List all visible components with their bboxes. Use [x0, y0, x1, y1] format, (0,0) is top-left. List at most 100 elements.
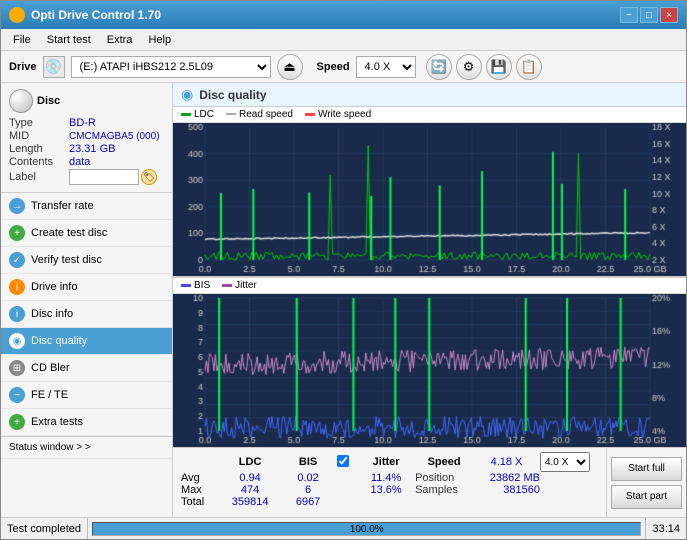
disc-image	[9, 89, 33, 113]
create-test-disc-icon: +	[9, 225, 25, 241]
extra-tests-icon: +	[9, 414, 25, 430]
sidebar-item-fe-te[interactable]: ~ FE / TE	[1, 382, 172, 409]
drive-select[interactable]: (E:) ATAPI iHBS212 2.5L09	[71, 56, 271, 78]
jitter-color	[222, 284, 232, 287]
action-buttons: Start full Start part	[606, 448, 686, 517]
sidebar-item-disc-quality[interactable]: ◉ Disc quality	[1, 328, 172, 355]
fe-te-icon: ~	[9, 387, 25, 403]
transfer-rate-icon: →	[9, 198, 25, 214]
statusbar: Test completed 100.0% 33:14	[1, 517, 686, 539]
contents-label: Contents	[9, 156, 69, 168]
avg-jitter: 11.4%	[357, 472, 415, 484]
sidebar-item-disc-info[interactable]: i Disc info	[1, 301, 172, 328]
legend-jitter-label: Jitter	[235, 280, 257, 291]
chart2-legend: BIS Jitter	[173, 277, 686, 294]
content-area: ◉ Disc quality LDC Read speed Write spee…	[173, 83, 686, 517]
type-value: BD-R	[69, 117, 96, 129]
elapsed-time: 33:14	[652, 523, 680, 535]
jitter-header: Jitter	[357, 452, 415, 472]
titlebar: Opti Drive Control 1.70 − □ ×	[1, 1, 686, 29]
transfer-rate-label: Transfer rate	[31, 200, 94, 212]
sidebar-item-transfer-rate[interactable]: → Transfer rate	[1, 193, 172, 220]
menu-help[interactable]: Help	[140, 32, 179, 48]
menu-extra[interactable]: Extra	[99, 32, 141, 48]
ldc-header: LDC	[221, 452, 279, 472]
sidebar-item-create-test-disc[interactable]: + Create test disc	[1, 220, 172, 247]
sidebar-item-verify-test-disc[interactable]: ✓ Verify test disc	[1, 247, 172, 274]
sidebar-nav: → Transfer rate + Create test disc ✓ Ver…	[1, 193, 172, 517]
drive-action-icons: 🔄 ⚙ 💾 📋	[426, 54, 542, 80]
info-button[interactable]: 📋	[516, 54, 542, 80]
max-bis: 6	[279, 484, 337, 496]
speed-select[interactable]: 4.0 X 1.0 X 2.0 X 8.0 X	[356, 56, 416, 78]
sidebar-item-drive-info[interactable]: i Drive info	[1, 274, 172, 301]
legend-ldc: LDC	[181, 109, 214, 120]
legend-write-speed: Write speed	[305, 109, 371, 120]
jitter-checkbox[interactable]	[337, 455, 349, 467]
legend-bis: BIS	[181, 280, 210, 291]
max-label: Max	[181, 484, 221, 496]
app-icon	[9, 7, 25, 23]
fe-te-label: FE / TE	[31, 389, 68, 401]
chart1-container	[173, 123, 686, 277]
sidebar-item-cd-bler[interactable]: ⊞ CD Bler	[1, 355, 172, 382]
time-section: 33:14	[645, 518, 686, 539]
chart2-container	[173, 294, 686, 447]
speed-stat-label: Speed	[415, 452, 473, 472]
chart-legend: LDC Read speed Write speed	[173, 107, 686, 123]
bis-header: BIS	[279, 452, 337, 472]
refresh-button[interactable]: 🔄	[426, 54, 452, 80]
avg-label: Avg	[181, 472, 221, 484]
menubar: File Start test Extra Help	[1, 29, 686, 51]
samples-value: 381560	[473, 484, 540, 496]
legend-bis-label: BIS	[194, 280, 210, 291]
position-label: Position	[415, 472, 473, 484]
bis-color	[181, 284, 191, 287]
read-speed-color	[226, 113, 236, 116]
speed-label: Speed	[317, 61, 350, 73]
maximize-button[interactable]: □	[640, 7, 658, 23]
start-full-button[interactable]: Start full	[611, 457, 682, 481]
start-part-button[interactable]: Start part	[611, 485, 682, 509]
disc-info-icon: i	[9, 306, 25, 322]
label-input[interactable]	[69, 169, 139, 185]
test-completed-text: Test completed	[7, 523, 81, 535]
mid-label: MID	[9, 130, 69, 142]
drive-bar: Drive 💿 (E:) ATAPI iHBS212 2.5L09 ⏏ Spee…	[1, 51, 686, 83]
save-button[interactable]: 💾	[486, 54, 512, 80]
speed-stat-select[interactable]: 4.0 X	[540, 452, 590, 472]
minimize-button[interactable]: −	[620, 7, 638, 23]
menu-file[interactable]: File	[5, 32, 39, 48]
verify-test-disc-label: Verify test disc	[31, 254, 102, 266]
ldc-color	[181, 113, 191, 116]
length-value: 23.31 GB	[69, 143, 115, 155]
extra-tests-label: Extra tests	[31, 416, 83, 428]
disc-info-label: Disc info	[31, 308, 73, 320]
app-title: Opti Drive Control 1.70	[31, 8, 161, 22]
test-completed-section: Test completed	[1, 518, 88, 539]
position-value: 23862 MB	[473, 472, 540, 484]
write-speed-color	[305, 113, 315, 116]
sidebar-item-extra-tests[interactable]: + Extra tests	[1, 409, 172, 436]
sidebar-item-status-window[interactable]: Status window > >	[1, 436, 172, 459]
disc-quality-icon: ◉	[9, 333, 25, 349]
eject-button[interactable]: ⏏	[277, 54, 303, 80]
settings-button[interactable]: ⚙	[456, 54, 482, 80]
window-controls: − □ ×	[620, 7, 678, 23]
menu-start-test[interactable]: Start test	[39, 32, 99, 48]
legend-jitter: Jitter	[222, 280, 257, 291]
progress-text: 100.0%	[93, 524, 640, 535]
disc-panel-title: Disc	[37, 95, 60, 107]
close-button[interactable]: ×	[660, 7, 678, 23]
drive-label: Drive	[9, 61, 37, 73]
contents-value: data	[69, 156, 90, 168]
total-label: Total	[181, 496, 221, 508]
cd-bler-label: CD Bler	[31, 362, 70, 374]
disc-info-panel: Disc Type BD-R MID CMCMAGBA5 (000) Lengt…	[1, 83, 172, 193]
length-label: Length	[9, 143, 69, 155]
progress-section: 100.0%	[88, 518, 645, 539]
avg-bis: 0.02	[279, 472, 337, 484]
mid-value: CMCMAGBA5 (000)	[69, 131, 160, 142]
label-icon: 🏷	[141, 169, 157, 185]
status-window-label: Status window > >	[9, 442, 91, 453]
